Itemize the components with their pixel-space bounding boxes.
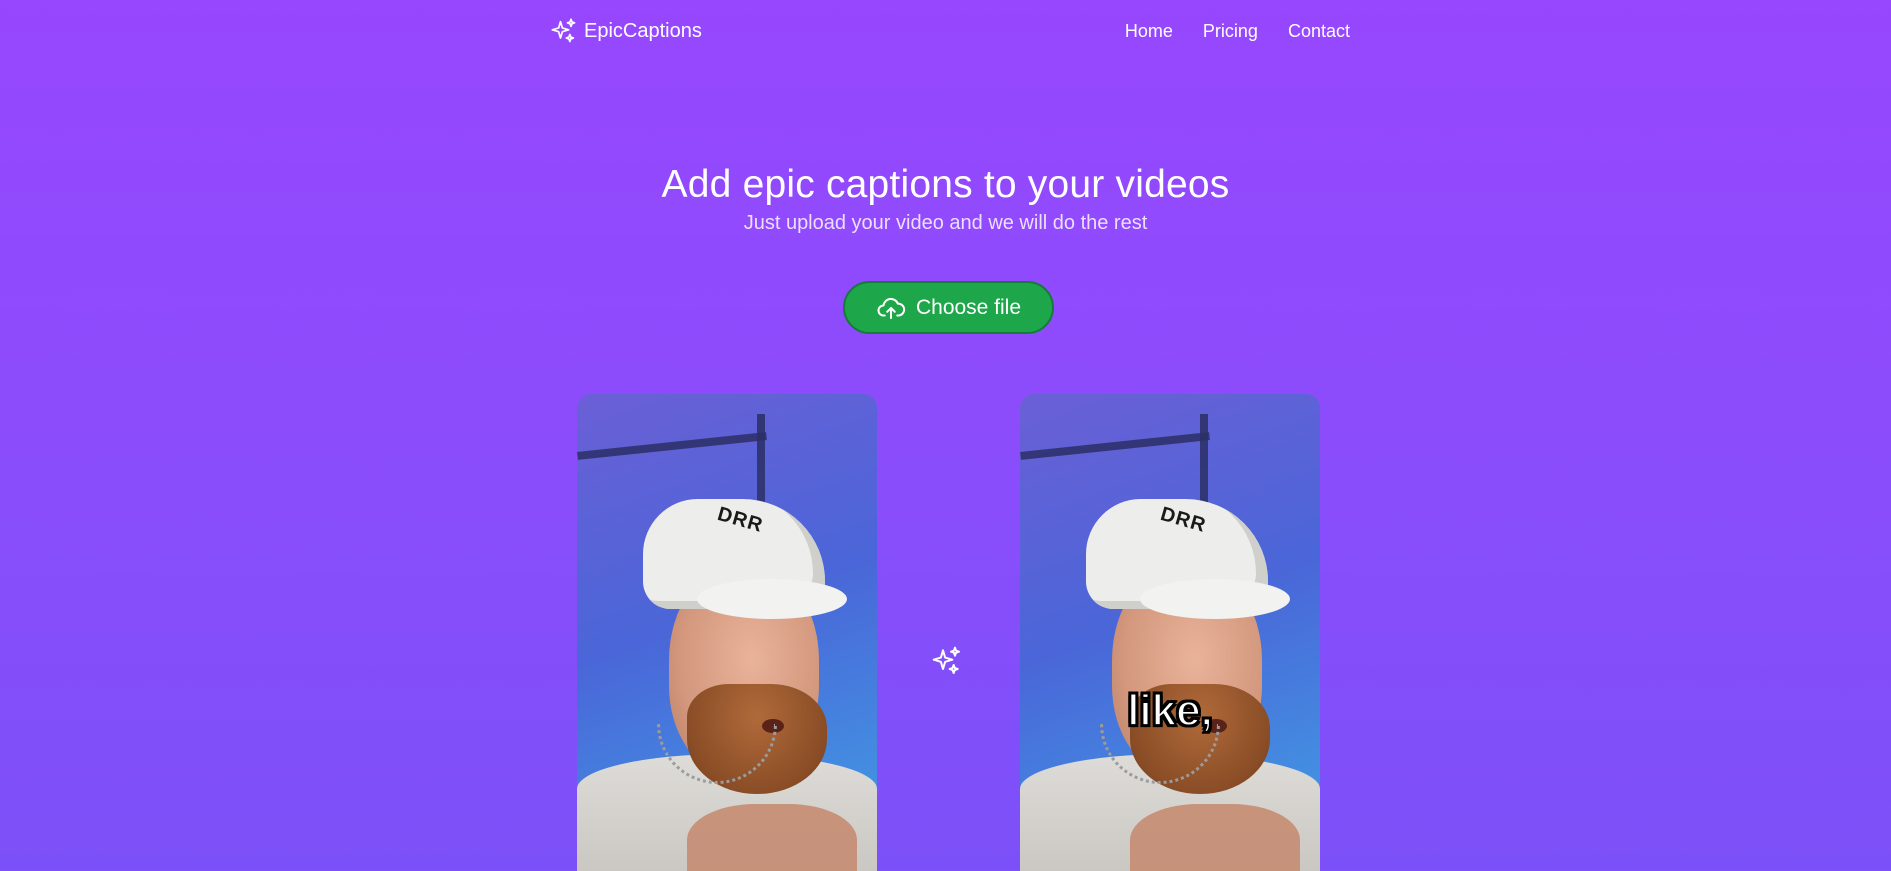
person-hands — [1130, 804, 1300, 871]
background-frame — [577, 432, 767, 460]
cap-brim — [1140, 579, 1290, 619]
person-hands — [687, 804, 857, 871]
nav-home-link[interactable]: Home — [1125, 21, 1173, 42]
choose-file-label: Choose file — [915, 295, 1022, 319]
background-frame — [1020, 432, 1210, 460]
main-nav: Home Pricing Contact — [1125, 21, 1350, 42]
sparkles-icon — [551, 18, 576, 43]
caption-overlay: like, — [1126, 685, 1214, 736]
site-header: EpicCaptions Home Pricing Contact — [550, 0, 1350, 62]
brand-logo[interactable]: EpicCaptions — [550, 17, 702, 45]
sparkles-icon — [932, 646, 960, 674]
brand-name: EpicCaptions — [584, 19, 702, 42]
hero-title: Add epic captions to your videos — [661, 163, 1230, 206]
nav-pricing-link[interactable]: Pricing — [1203, 21, 1258, 42]
choose-file-button[interactable]: Choose file — [843, 281, 1054, 334]
cap-brim — [697, 579, 847, 619]
hero-subtitle: Just upload your video and we will do th… — [743, 212, 1148, 234]
nav-contact-link[interactable]: Contact — [1288, 21, 1350, 42]
video-preview-before: DRR — [577, 394, 877, 871]
video-preview-after: DRR like, — [1020, 394, 1320, 871]
cloud-upload-icon — [877, 297, 906, 319]
